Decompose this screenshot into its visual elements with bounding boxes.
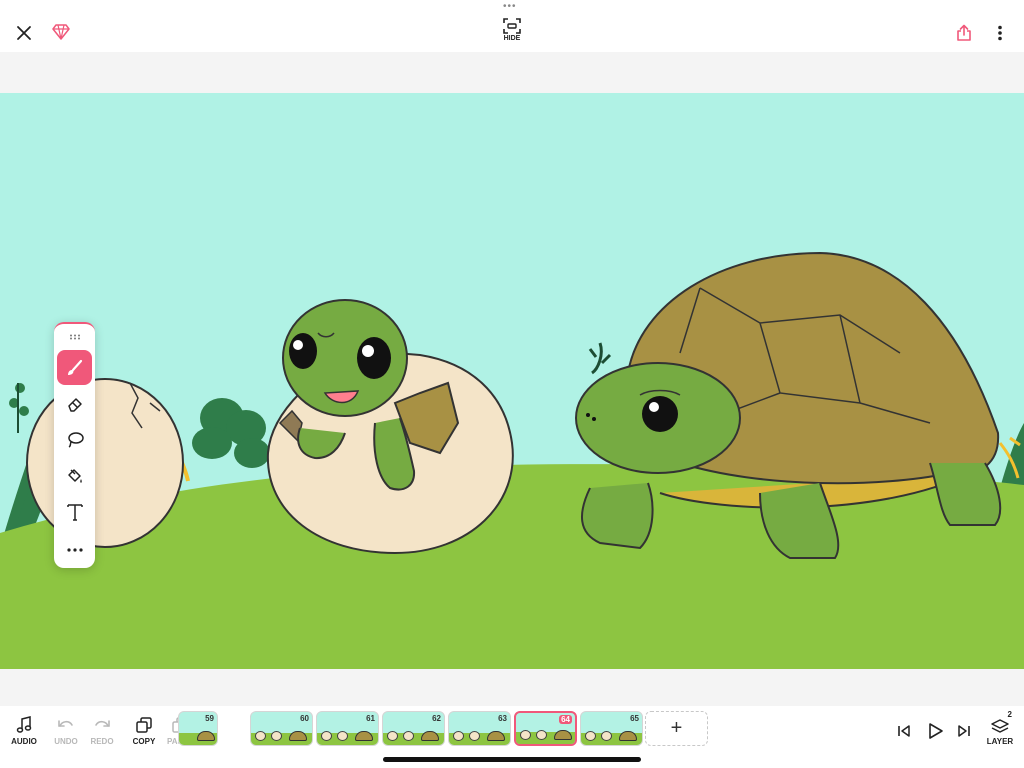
- skip-forward-icon: [958, 725, 970, 737]
- add-frame-button[interactable]: +: [645, 711, 708, 746]
- turtle-scene-illustration: [0, 93, 1024, 669]
- drawing-canvas[interactable]: [0, 93, 1024, 669]
- undo-icon: [58, 720, 73, 727]
- music-note-icon: [16, 716, 32, 733]
- frame-thumbnail[interactable]: 65: [580, 711, 643, 746]
- last-frame-button[interactable]: [952, 719, 976, 743]
- layer-label: LAYER: [986, 737, 1014, 746]
- redo-icon: [95, 720, 110, 727]
- palette-drag-handle[interactable]: [57, 326, 92, 348]
- play-button[interactable]: [921, 717, 949, 745]
- layer-count: 2: [1007, 710, 1012, 719]
- frame-number: 63: [498, 714, 507, 723]
- frame-thumbnail[interactable]: 59: [178, 711, 218, 746]
- layer-icon-wrap: 2: [990, 710, 1012, 734]
- top-bar: ••• HIDE: [0, 0, 1024, 52]
- drag-handle-icon: [69, 334, 80, 340]
- frame-thumbnail[interactable]: 61: [316, 711, 379, 746]
- undo-label: UNDO: [54, 737, 78, 746]
- redo-button[interactable]: REDO: [82, 716, 122, 756]
- tool-palette: [54, 322, 95, 568]
- hide-ui-button[interactable]: HIDE: [496, 18, 528, 50]
- frame-strip: 59 60 61 62 63 64 65: [178, 711, 710, 747]
- frame-number: 64: [559, 715, 572, 724]
- vertical-dots-icon: [998, 25, 1002, 41]
- hide-label: HIDE: [503, 35, 521, 42]
- fill-tool[interactable]: [57, 458, 92, 493]
- share-icon: [957, 24, 971, 41]
- play-icon: [929, 723, 943, 739]
- audio-button[interactable]: AUDIO: [4, 716, 44, 756]
- copy-button[interactable]: COPY: [124, 716, 164, 756]
- frame-number: 65: [630, 714, 639, 723]
- horizontal-dots-icon: [66, 547, 83, 552]
- redo-label: REDO: [90, 737, 114, 746]
- lasso-icon: [67, 431, 84, 448]
- frame-thumbnail[interactable]: 60: [250, 711, 313, 746]
- layer-button[interactable]: 2 LAYER: [980, 710, 1020, 756]
- hide-frame-icon: [503, 18, 521, 34]
- paint-bucket-icon: [67, 468, 82, 483]
- audio-label: AUDIO: [11, 737, 37, 746]
- copy-label: COPY: [132, 737, 156, 746]
- skip-back-icon: [898, 725, 910, 737]
- more-options-button[interactable]: [990, 21, 1010, 45]
- frame-number: 59: [205, 714, 214, 723]
- frame-thumbnail[interactable]: 62: [382, 711, 445, 746]
- brush-icon: [67, 359, 82, 375]
- text-tool[interactable]: [57, 494, 92, 529]
- copy-icon: [136, 717, 152, 733]
- eraser-tool[interactable]: [57, 386, 92, 421]
- close-icon: [17, 26, 31, 40]
- more-tools-button[interactable]: [57, 532, 92, 567]
- premium-button[interactable]: [50, 21, 72, 43]
- first-frame-button[interactable]: [892, 719, 916, 743]
- undo-button[interactable]: UNDO: [46, 716, 86, 756]
- share-button[interactable]: [952, 21, 976, 45]
- multitasking-dots-icon[interactable]: •••: [503, 2, 517, 12]
- frame-number: 61: [366, 714, 375, 723]
- home-indicator[interactable]: [383, 757, 641, 762]
- diamond-icon: [52, 24, 70, 40]
- frame-number: 60: [300, 714, 309, 723]
- frame-thumbnail-current[interactable]: 64: [514, 711, 577, 746]
- frame-number: 62: [432, 714, 441, 723]
- lasso-tool[interactable]: [57, 422, 92, 457]
- frame-thumbnail[interactable]: 63: [448, 711, 511, 746]
- eraser-icon: [67, 397, 82, 412]
- brush-tool[interactable]: [57, 350, 92, 385]
- close-button[interactable]: [12, 21, 36, 45]
- text-icon: [66, 503, 83, 521]
